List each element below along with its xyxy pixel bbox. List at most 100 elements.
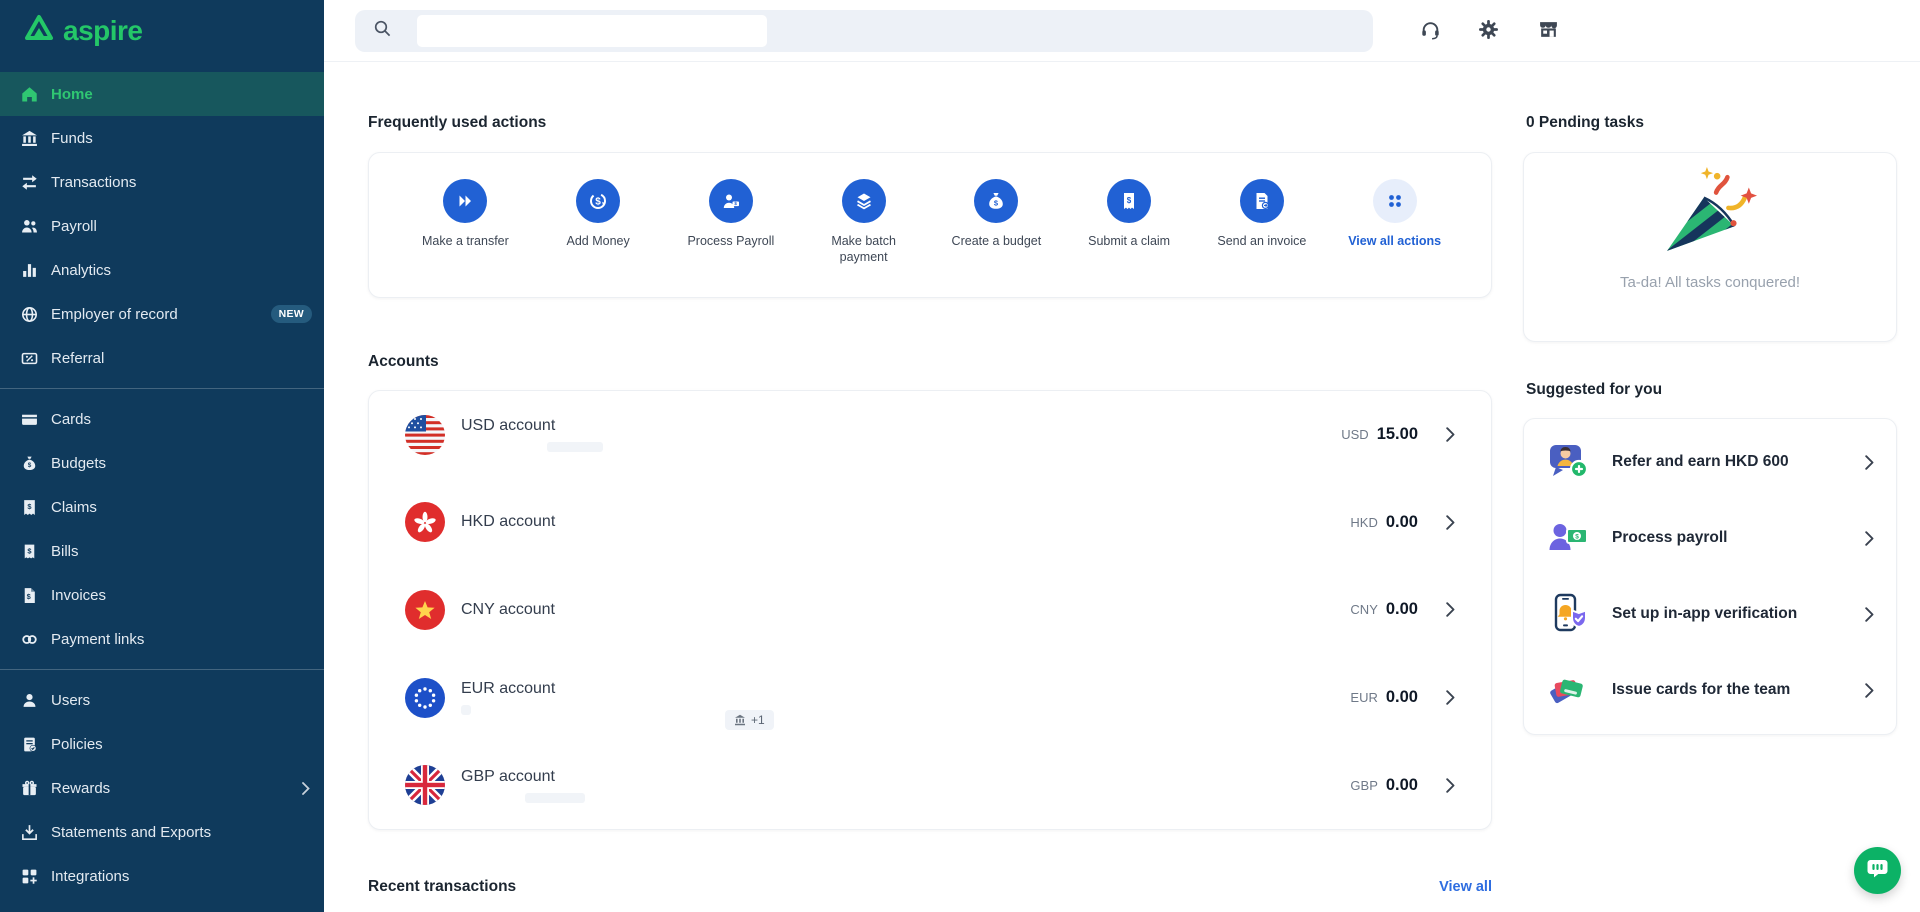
chat-launcher-button[interactable] bbox=[1854, 847, 1901, 894]
sidebar-item-label: Referral bbox=[51, 350, 104, 367]
svg-text:$: $ bbox=[595, 197, 601, 208]
sidebar-item-rewards[interactable]: Rewards bbox=[0, 766, 324, 810]
sidebar-item-policies[interactable]: Policies bbox=[0, 722, 324, 766]
invoice-icon: $ bbox=[20, 586, 38, 604]
double-chevron-icon bbox=[443, 179, 487, 223]
frequently-used-actions-card: Make a transfer $ Add Money $ Process Pa… bbox=[368, 152, 1492, 298]
sidebar-item-cards[interactable]: Cards bbox=[0, 397, 324, 441]
linked-bank-badge: +1 bbox=[725, 710, 774, 730]
account-row-usd[interactable]: USD account USD15.00 bbox=[405, 391, 1455, 479]
sidebar-item-label: Policies bbox=[51, 736, 103, 753]
view-all-link[interactable]: View all bbox=[1439, 879, 1492, 895]
sidebar-item-statements-and-exports[interactable]: Statements and Exports bbox=[0, 810, 324, 854]
sidebar-item-label: Integrations bbox=[51, 868, 129, 885]
suggestion-setup-in-app-verification[interactable]: Set up in-app verification bbox=[1524, 577, 1896, 653]
money-cycle-icon: $ bbox=[576, 179, 620, 223]
action-label: Create a budget bbox=[952, 233, 1042, 249]
sidebar-item-referral[interactable]: Referral bbox=[0, 336, 324, 380]
suggestion-label: Set up in-app verification bbox=[1612, 604, 1797, 625]
credit-card-icon bbox=[20, 410, 38, 428]
suggested-title: Suggested for you bbox=[1526, 381, 1662, 399]
sidebar-item-label: Payroll bbox=[51, 218, 97, 235]
action-view-all-actions[interactable]: View all actions bbox=[1328, 179, 1461, 249]
account-balance: 0.00 bbox=[1386, 600, 1418, 619]
sidebar-item-payroll[interactable]: Payroll bbox=[0, 204, 324, 248]
action-make-batch-payment[interactable]: Make batch payment bbox=[797, 179, 930, 266]
gb-flag-icon bbox=[405, 765, 445, 805]
action-add-money[interactable]: $ Add Money bbox=[532, 179, 665, 249]
integrations-icon bbox=[20, 867, 38, 885]
gear-icon bbox=[1478, 19, 1499, 43]
redacted-search-text bbox=[417, 15, 767, 47]
invoice-send-icon bbox=[1240, 179, 1284, 223]
sidebar-item-analytics[interactable]: Analytics bbox=[0, 248, 324, 292]
action-send-an-invoice[interactable]: Send an invoice bbox=[1196, 179, 1329, 249]
sidebar-item-funds[interactable]: Funds bbox=[0, 116, 324, 160]
action-create-a-budget[interactable]: $ Create a budget bbox=[930, 179, 1063, 249]
sidebar-item-claims[interactable]: $ Claims bbox=[0, 485, 324, 529]
currency-code: HKD bbox=[1350, 515, 1377, 530]
topbar: O bbox=[324, 0, 1920, 62]
account-row-hkd[interactable]: HKD account HKD0.00 bbox=[405, 479, 1455, 567]
suggestion-process-payroll[interactable]: $ Process payroll bbox=[1524, 501, 1896, 577]
sidebar-item-home[interactable]: Home bbox=[0, 72, 324, 116]
recent-transactions-title: Recent transactions bbox=[368, 878, 516, 896]
payroll-illustration-icon: $ bbox=[1546, 516, 1592, 562]
headset-icon bbox=[1420, 19, 1441, 43]
suggestion-label: Process payroll bbox=[1612, 528, 1727, 549]
aspire-logo-icon bbox=[24, 13, 54, 48]
chat-icon bbox=[1866, 857, 1889, 885]
support-headset-button[interactable] bbox=[1412, 13, 1448, 49]
marketplace-button[interactable] bbox=[1530, 13, 1566, 49]
action-make-a-transfer[interactable]: Make a transfer bbox=[399, 179, 532, 249]
party-popper-icon bbox=[1658, 167, 1762, 264]
link-icon bbox=[20, 630, 38, 648]
sidebar-item-label: Statements and Exports bbox=[51, 824, 211, 841]
suggestion-issue-cards[interactable]: Issue cards for the team bbox=[1524, 652, 1896, 728]
payroll-person-icon: $ bbox=[709, 179, 753, 223]
account-row-eur[interactable]: EUR account +1 EUR0.00 bbox=[405, 654, 1455, 742]
pending-tasks-message: Ta-da! All tasks conquered! bbox=[1620, 274, 1800, 291]
sidebar-item-label: Employer of record bbox=[51, 306, 178, 323]
hk-flag-icon bbox=[405, 502, 445, 542]
sidebar-item-users[interactable]: Users bbox=[0, 678, 324, 722]
redacted-account-number bbox=[461, 705, 471, 715]
redacted-account-number bbox=[525, 793, 585, 803]
chevron-right-icon bbox=[1446, 602, 1455, 617]
account-row-gbp[interactable]: GBP account GBP0.00 bbox=[405, 741, 1455, 829]
sidebar-item-budgets[interactable]: $ Budgets bbox=[0, 441, 324, 485]
action-process-payroll[interactable]: $ Process Payroll bbox=[665, 179, 798, 249]
suggested-card: Refer and earn HKD 600 $ Process payroll… bbox=[1523, 418, 1897, 735]
action-submit-a-claim[interactable]: $ Submit a claim bbox=[1063, 179, 1196, 249]
action-label: View all actions bbox=[1348, 233, 1441, 249]
money-bag-icon: $ bbox=[20, 454, 38, 472]
currency-code: EUR bbox=[1350, 690, 1377, 705]
chevron-right-icon bbox=[1865, 455, 1874, 470]
sidebar-item-integrations[interactable]: Integrations bbox=[0, 854, 324, 898]
settings-button[interactable] bbox=[1470, 13, 1506, 49]
sidebar-item-payment-links[interactable]: Payment links bbox=[0, 617, 324, 661]
home-icon bbox=[20, 85, 38, 103]
new-badge: NEW bbox=[271, 305, 312, 323]
aspire-logo[interactable]: aspire bbox=[24, 13, 143, 48]
chevron-right-icon bbox=[1446, 778, 1455, 793]
sidebar-item-employer-of-record[interactable]: Employer of record NEW bbox=[0, 292, 324, 336]
suggestion-refer-and-earn[interactable]: Refer and earn HKD 600 bbox=[1524, 425, 1896, 501]
chevron-right-icon bbox=[1446, 515, 1455, 530]
bank-icon bbox=[20, 129, 38, 147]
redacted-account-number bbox=[547, 442, 603, 452]
search-icon bbox=[373, 19, 392, 43]
sidebar-item-label: Invoices bbox=[51, 587, 106, 604]
sidebar-item-bills[interactable]: $ Bills bbox=[0, 529, 324, 573]
sidebar-item-label: Transactions bbox=[51, 174, 136, 191]
sidebar-item-transactions[interactable]: Transactions bbox=[0, 160, 324, 204]
svg-text:$: $ bbox=[1127, 196, 1132, 205]
sidebar-item-invoices[interactable]: $ Invoices bbox=[0, 573, 324, 617]
account-row-cny[interactable]: CNY account CNY0.00 bbox=[405, 566, 1455, 654]
account-name: EUR account bbox=[461, 680, 555, 698]
suggestion-label: Issue cards for the team bbox=[1612, 680, 1790, 701]
chevron-right-icon bbox=[302, 782, 310, 795]
search-bar[interactable] bbox=[355, 10, 1373, 52]
account-name: USD account bbox=[461, 417, 603, 435]
sidebar-item-label: Users bbox=[51, 692, 90, 709]
